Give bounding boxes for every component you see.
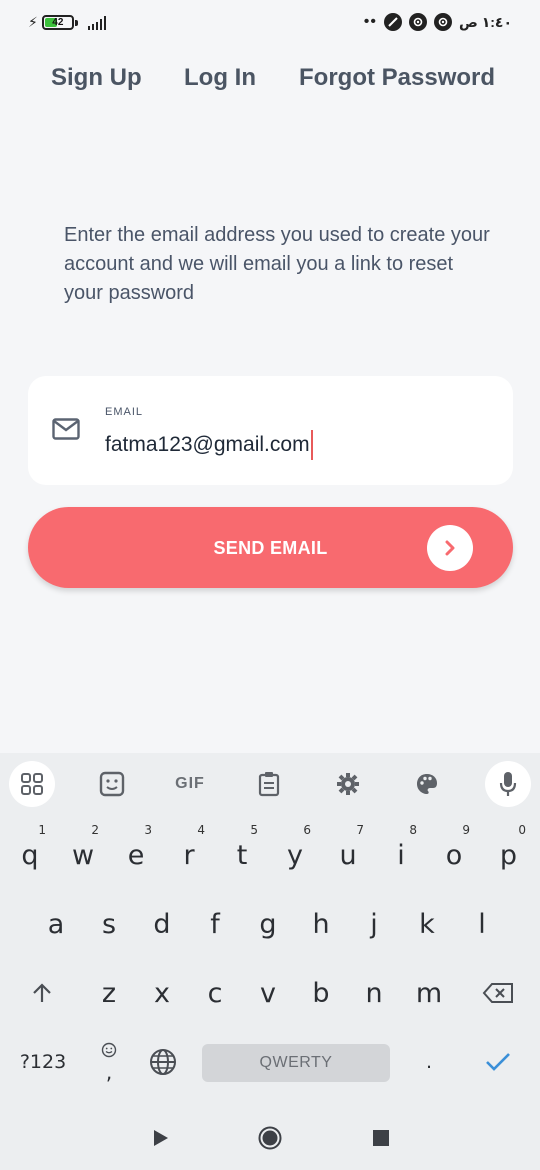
email-value: fatma123@gmail.com — [105, 433, 310, 456]
keyboard-toolbar: GIF — [0, 753, 540, 816]
sticker-icon[interactable] — [89, 761, 135, 807]
email-input-card[interactable]: EMAIL fatma123@gmail.com — [28, 376, 513, 485]
key-r[interactable]: r4 — [163, 823, 215, 881]
key-h[interactable]: h — [295, 898, 347, 950]
key-z[interactable]: z — [83, 967, 135, 1019]
at-sign-icon-2 — [433, 13, 452, 31]
key-d[interactable]: d — [136, 898, 188, 950]
key-q[interactable]: q1 — [4, 823, 56, 881]
palette-icon[interactable] — [404, 761, 450, 807]
gif-button[interactable]: GIF — [167, 761, 213, 807]
key-g[interactable]: g — [242, 898, 294, 950]
clock: ١:٤٠ ص — [458, 13, 512, 30]
email-field[interactable]: fatma123@gmail.com — [105, 430, 313, 460]
status-right: •• ١:٤٠ ص — [364, 13, 512, 31]
text-caret — [310, 430, 313, 460]
at-sign-icon — [408, 13, 427, 31]
key-v[interactable]: v — [242, 967, 294, 1019]
back-nav-icon[interactable] — [148, 1126, 172, 1150]
key-e[interactable]: e3 — [110, 823, 162, 881]
notification-dots: •• — [363, 13, 377, 30]
key-c[interactable]: c — [189, 967, 241, 1019]
key-m[interactable]: m — [401, 967, 457, 1019]
microphone-icon[interactable] — [485, 761, 531, 807]
apps-grid-icon[interactable] — [9, 761, 55, 807]
charging-icon: ⚡ — [28, 14, 38, 30]
key-j[interactable]: j — [348, 898, 400, 950]
chevron-right-icon — [427, 525, 473, 571]
key-a[interactable]: a — [30, 898, 82, 950]
symbols-key[interactable]: ?123 — [10, 1036, 76, 1088]
comma-label: , — [105, 1060, 113, 1084]
key-u[interactable]: u7 — [322, 823, 374, 881]
key-t[interactable]: t5 — [216, 823, 268, 881]
nav-forgot-password-link[interactable]: Forgot Password — [299, 64, 495, 92]
shift-key[interactable] — [14, 967, 70, 1019]
backspace-key[interactable] — [470, 967, 526, 1019]
gif-label: GIF — [175, 775, 205, 792]
clipboard-icon[interactable] — [246, 761, 292, 807]
key-k[interactable]: k — [401, 898, 453, 950]
backspace-icon — [482, 983, 513, 1003]
instructions-text: Enter the email address you used to crea… — [64, 224, 490, 304]
key-n[interactable]: n — [348, 967, 400, 1019]
blocked-app-icon — [383, 13, 402, 31]
key-o[interactable]: o9 — [428, 823, 480, 881]
gear-icon[interactable] — [325, 761, 371, 807]
emoji-comma-key[interactable]: , — [88, 1036, 130, 1088]
recents-nav-icon[interactable] — [369, 1126, 393, 1150]
system-nav-bar — [0, 1106, 540, 1170]
space-bar[interactable]: QWERTY — [202, 1044, 390, 1082]
checkmark-icon — [486, 1053, 510, 1071]
battery-icon: 42 — [41, 15, 74, 30]
key-x[interactable]: x — [136, 967, 188, 1019]
language-key[interactable] — [138, 1036, 188, 1088]
arrow-up-icon — [33, 983, 51, 1002]
home-nav-icon[interactable] — [258, 1126, 282, 1150]
nav-signup-link[interactable]: Sign Up — [51, 64, 142, 92]
battery-level: 42 — [52, 17, 64, 28]
key-s[interactable]: s — [83, 898, 135, 950]
email-label: EMAIL — [105, 406, 144, 418]
status-bar: ⚡ 42 •• ١:٤٠ ص — [0, 0, 540, 46]
key-w[interactable]: w2 — [57, 823, 109, 881]
key-p[interactable]: p0 — [481, 823, 536, 881]
key-y[interactable]: y6 — [269, 823, 321, 881]
enter-key[interactable] — [470, 1036, 526, 1088]
smiley-icon — [101, 1042, 117, 1058]
mail-icon — [52, 418, 80, 440]
globe-icon — [150, 1049, 176, 1075]
nav-login-link[interactable]: Log In — [184, 64, 256, 92]
signal-icon — [87, 15, 106, 30]
key-f[interactable]: f — [189, 898, 241, 950]
send-email-button[interactable]: SEND EMAIL — [28, 507, 513, 588]
top-nav: Sign Up Log In Forgot Password — [0, 60, 540, 100]
battery-tip — [74, 19, 78, 26]
key-i[interactable]: i8 — [375, 823, 427, 881]
key-l[interactable]: l — [454, 898, 510, 950]
key-b[interactable]: b — [295, 967, 347, 1019]
status-left: ⚡ 42 — [28, 14, 106, 31]
soft-keyboard: GIF q1 w2 e3 r4 t5 y6 u7 i8 o9 p0 a s d … — [0, 753, 540, 1106]
period-key[interactable]: . — [404, 1036, 454, 1088]
